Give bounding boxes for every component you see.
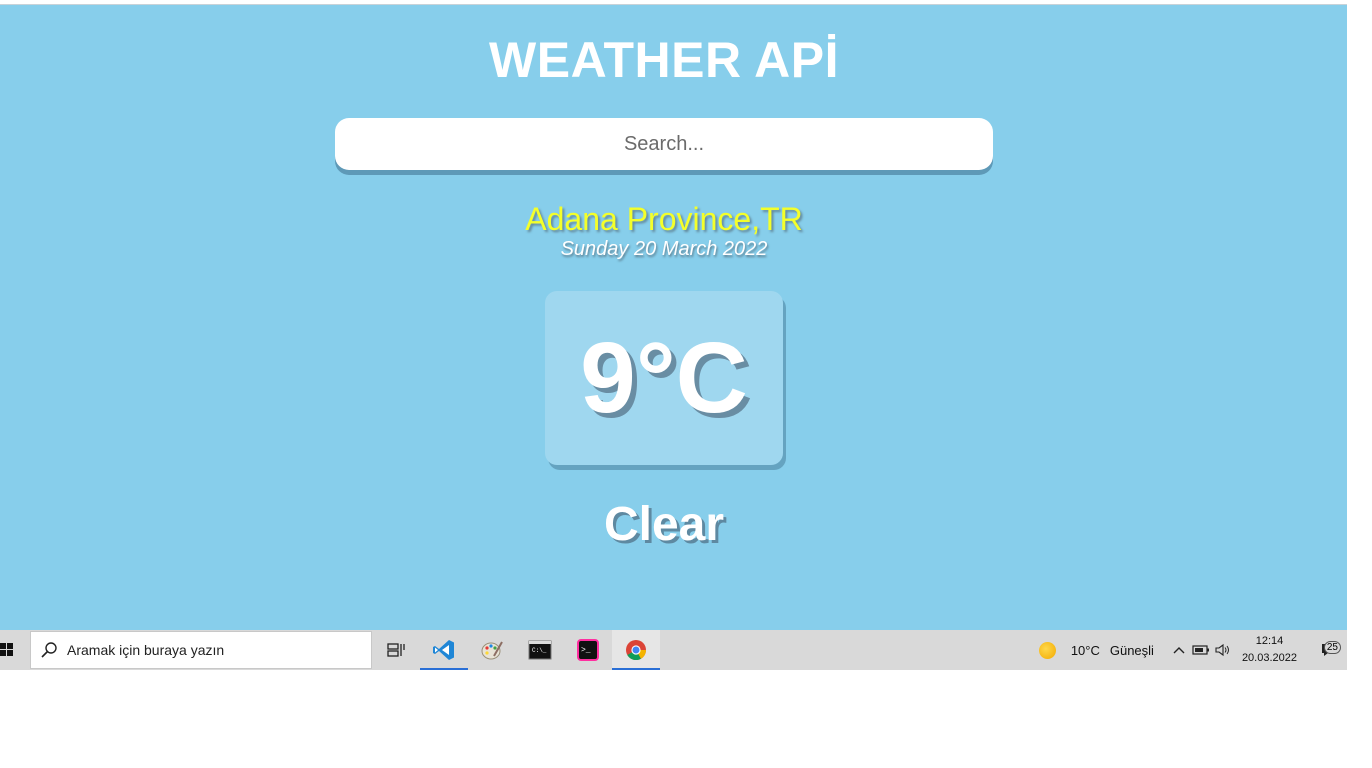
- start-button[interactable]: [0, 630, 30, 670]
- notification-count-badge: 25: [1323, 641, 1341, 654]
- sun-icon: [1038, 641, 1056, 659]
- chevron-up-icon[interactable]: [1168, 645, 1190, 655]
- taskbar-search-placeholder: Aramak için buraya yazın: [67, 642, 225, 658]
- windows-logo-icon: [0, 643, 13, 656]
- system-tray: 10°C Güneşli 12:14 20.03.2022 25: [1038, 630, 1347, 670]
- taskbar-weather-temp: 10°C: [1070, 642, 1100, 658]
- command-prompt-icon: C:\_: [528, 640, 552, 660]
- temperature-value: 9°C: [580, 322, 748, 434]
- taskbar-weather-label: Güneşli: [1109, 642, 1154, 658]
- search-icon: [31, 641, 67, 659]
- taskbar-app-terminal[interactable]: >_: [564, 630, 612, 670]
- vscode-icon: [433, 640, 454, 660]
- action-center-button[interactable]: 25: [1311, 641, 1347, 658]
- clock-time: 12:14: [1255, 635, 1284, 647]
- taskbar-app-command-prompt[interactable]: C:\_: [516, 630, 564, 670]
- app-title: WEATHER APİ: [489, 32, 839, 88]
- weather-app: WEATHER APİ Adana Province,TR Sunday 20 …: [0, 5, 1347, 630]
- taskbar-search-box[interactable]: Aramak için buraya yazın: [30, 631, 372, 669]
- temperature-card: 9°C: [545, 291, 783, 465]
- volume-icon[interactable]: [1212, 643, 1234, 657]
- svg-text:C:\_: C:\_: [532, 647, 547, 654]
- taskbar-weather-widget[interactable]: 10°C Güneşli: [1038, 641, 1154, 659]
- chrome-icon: [626, 640, 647, 661]
- windows-taskbar: Aramak için buraya yazın C:\_ >_ 10°C Gü…: [0, 630, 1347, 670]
- terminal-icon: >_: [577, 639, 599, 661]
- taskbar-app-paint[interactable]: [468, 630, 516, 670]
- clock-date: 20.03.2022: [1241, 652, 1297, 664]
- taskbar-app-chrome[interactable]: [612, 630, 660, 670]
- battery-icon[interactable]: [1190, 644, 1212, 656]
- task-view-icon: [387, 643, 405, 657]
- location-label: Adana Province,TR: [525, 201, 803, 237]
- svg-text:>_: >_: [581, 646, 591, 655]
- taskbar-app-vscode[interactable]: [420, 630, 468, 670]
- taskbar-clock[interactable]: 12:14 20.03.2022: [1242, 633, 1297, 667]
- search-box[interactable]: [335, 117, 993, 171]
- paint-palette-icon: [481, 641, 503, 660]
- search-input[interactable]: [335, 117, 993, 171]
- date-label: Sunday 20 March 2022: [560, 238, 768, 260]
- weather-condition: Clear: [603, 498, 725, 551]
- task-view-button[interactable]: [372, 630, 420, 670]
